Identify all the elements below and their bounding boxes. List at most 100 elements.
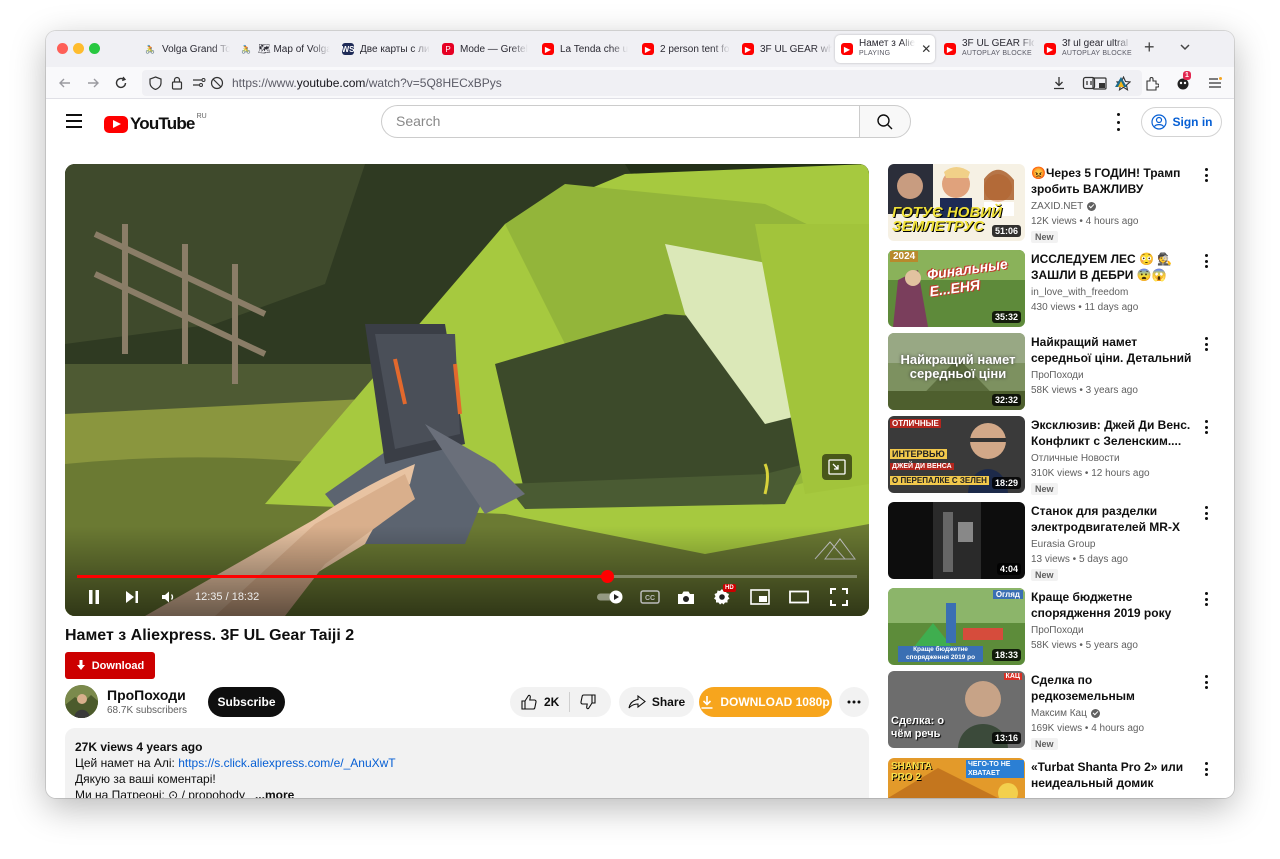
downloads-icon[interactable] (1050, 74, 1068, 92)
video-thumbnail[interactable]: Огляд Краще бюджетне спорядження 2019 ро… (888, 588, 1025, 665)
window-close-button[interactable] (57, 43, 68, 54)
more-options-icon[interactable] (1204, 762, 1208, 776)
recommendation-title[interactable]: «Turbat Shanta Pro 2» или неидеальный до… (1031, 759, 1193, 791)
channel-name[interactable]: ZAXID.NET (1031, 201, 1097, 212)
settings-kebab-icon[interactable] (1116, 113, 1120, 131)
channel-name[interactable]: ПроПоходи (1031, 370, 1084, 381)
channel-name[interactable]: Eurasia Group (1031, 539, 1095, 550)
tab-volga-grand-tour[interactable]: 🚴 Volga Grand Tou (138, 35, 230, 63)
tab-la-tenda[interactable]: ▶ La Tenda che u (536, 35, 632, 63)
channel-name[interactable]: Отличные Новости (1031, 453, 1120, 464)
window-minimize-button[interactable] (73, 43, 84, 54)
back-arrow-icon[interactable] (56, 74, 74, 92)
lock-icon[interactable] (168, 74, 186, 92)
video-thumbnail[interactable]: 4:04 (888, 502, 1025, 579)
description-box[interactable]: 27K views 4 years ago Цей намет на Алі: … (65, 728, 869, 798)
recommendation-title[interactable]: 😡Через 5 ГОДИН! Трамп зробить ВАЖЛИВУ ЗА… (1031, 165, 1193, 197)
video-thumbnail[interactable]: Найкращий намет середньої ціни 32:32 (888, 333, 1025, 410)
reload-icon[interactable] (112, 74, 130, 92)
recommendation-title[interactable]: Сделка по редкоземельным металлам | Како… (1031, 672, 1193, 704)
tab-3f-ul-gear-ultral[interactable]: ▶ 3f ul gear ultral AUTOPLAY BLOCKE (1038, 35, 1134, 63)
tab-namet-active[interactable]: ▶ Намет з Alie PLAYING ✕ (835, 35, 935, 63)
recommendation-item[interactable]: ГОТУЄ НОВИЙ ЗЕМЛЕТРУС 51:06 😡Через 5 ГОД… (888, 164, 1228, 243)
recommendation-item[interactable]: Огляд Краще бюджетне спорядження 2019 ро… (888, 588, 1228, 666)
recommendation-title[interactable]: Эксклюзив: Джей Ди Венс. Конфликт с Зеле… (1031, 417, 1193, 449)
extension-bird-icon[interactable] (1112, 74, 1130, 92)
recommendation-title[interactable]: ИССЛЕДУЕМ ЛЕС 😳 🕵 ЗАШЛИ В ДЕБРИ 😨😱 (1031, 251, 1193, 283)
recommendation-title[interactable]: Станок для разделки электродвигателей MR… (1031, 503, 1193, 535)
progress-bar[interactable] (77, 570, 857, 583)
autoplay-blocked-icon[interactable] (208, 74, 226, 92)
permissions-icon[interactable] (190, 74, 208, 92)
download-button[interactable]: Download (65, 652, 155, 679)
search-button[interactable] (859, 105, 911, 138)
channel-avatar[interactable] (65, 685, 98, 718)
recommendation-title[interactable]: Краще бюджетне спорядження 2019 року (1031, 589, 1193, 621)
miniplayer-toggle-icon[interactable] (822, 454, 852, 480)
screenshot-button[interactable] (675, 586, 697, 608)
tab-3f-ul-gear[interactable]: ▶ 3F UL GEAR wh (736, 35, 832, 63)
recommendation-item[interactable]: КАЦ Сделка: о чём речь 13:16 Сделка по р… (888, 671, 1228, 750)
forward-arrow-icon[interactable] (84, 74, 102, 92)
settings-button[interactable]: HD (711, 584, 736, 608)
video-thumbnail[interactable]: ОТЛИЧНЫЕ ИНТЕРВЬЮ ДЖЕЙ ДИ ВЕНСА О ПЕРЕПА… (888, 416, 1025, 493)
channel-name[interactable]: in_love_with_freedom (1031, 287, 1128, 298)
pocket-icon[interactable] (1080, 74, 1098, 92)
more-options-icon[interactable] (1204, 254, 1208, 268)
miniplayer-button[interactable] (749, 586, 771, 608)
video-thumbnail[interactable]: ГОТУЄ НОВИЙ ЗЕМЛЕТРУС 51:06 (888, 164, 1025, 241)
window-maximize-button[interactable] (89, 43, 100, 54)
youtube-logo[interactable]: YouTube RU (104, 113, 207, 134)
more-options-icon[interactable] (1204, 592, 1208, 606)
shield-icon[interactable] (146, 74, 164, 92)
chevron-down-icon[interactable] (1178, 40, 1192, 54)
next-button[interactable] (121, 586, 143, 608)
like-button[interactable]: 2K (510, 694, 559, 710)
pause-button[interactable] (83, 586, 105, 608)
dislike-button[interactable] (580, 694, 596, 710)
menu-icon[interactable] (66, 114, 82, 128)
more-options-icon[interactable] (1204, 506, 1208, 520)
extension-notification-icon[interactable]: 1 (1174, 71, 1192, 92)
more-options-icon[interactable] (1204, 168, 1208, 182)
download-1080p-button[interactable]: DOWNLOAD 1080p (699, 687, 832, 717)
more-options-icon[interactable] (1204, 420, 1208, 434)
recommendation-item[interactable]: ОТЛИЧНЫЕ ИНТЕРВЬЮ ДЖЕЙ ДИ ВЕНСА О ПЕРЕПА… (888, 416, 1228, 495)
more-options-icon[interactable] (1204, 675, 1208, 689)
volume-button[interactable] (158, 586, 180, 608)
tab-dve-karty[interactable]: WS Две карты с ли (336, 35, 432, 63)
tab-3f-ul-gear-flo[interactable]: ▶ 3F UL GEAR Flo AUTOPLAY BLOCKE (938, 35, 1034, 63)
sign-in-button[interactable]: Sign in (1141, 107, 1222, 137)
extensions-puzzle-icon[interactable] (1143, 74, 1161, 92)
tab-2-person-tent[interactable]: ▶ 2 person tent fo (636, 35, 732, 63)
recommendation-item[interactable]: 2024 Финальные Е...ЕНЯ 35:32 ИССЛЕДУЕМ Л… (888, 250, 1228, 328)
video-thumbnail[interactable]: 2024 Финальные Е...ЕНЯ 35:32 (888, 250, 1025, 327)
share-button[interactable]: Share (619, 687, 694, 717)
tab-map-of-volga[interactable]: 🚴 🗺 Map of Volga (234, 35, 330, 63)
fullscreen-button[interactable] (828, 586, 850, 608)
recommendation-item[interactable]: 4:04 Станок для разделки электродвигател… (888, 502, 1228, 581)
recommendation-item[interactable]: Найкращий намет середньої ціни 32:32 Най… (888, 333, 1228, 411)
scrubber-handle[interactable] (600, 570, 614, 583)
channel-name[interactable]: ПроПоходи (1031, 625, 1084, 636)
subscribe-button[interactable]: Subscribe (208, 687, 285, 717)
show-more-link[interactable]: ...more (255, 788, 294, 798)
more-options-icon[interactable] (1204, 337, 1208, 351)
new-tab-button[interactable]: + (1144, 37, 1155, 58)
close-tab-icon[interactable]: ✕ (921, 42, 931, 56)
autoplay-toggle[interactable] (595, 586, 625, 608)
search-input[interactable] (396, 113, 836, 129)
channel-name[interactable]: Максим Кац (1031, 708, 1100, 719)
recommendation-item[interactable]: SHANTA PRO 2 ЧЕГО-ТО НЕ ХВАТАЕТ «Turbat … (888, 758, 1228, 798)
video-thumbnail[interactable]: SHANTA PRO 2 ЧЕГО-ТО НЕ ХВАТАЕТ (888, 758, 1025, 798)
recommendation-title[interactable]: Найкращий намет середньої ціни. Детальни… (1031, 334, 1193, 366)
theater-mode-button[interactable] (788, 586, 810, 608)
subtitles-button[interactable]: CC (639, 586, 661, 608)
more-actions-button[interactable] (839, 687, 869, 717)
app-menu-icon[interactable] (1206, 74, 1224, 92)
aliexpress-link[interactable]: https://s.click.aliexpress.com/e/_AnuXwT (178, 756, 395, 770)
video-thumbnail[interactable]: КАЦ Сделка: о чём речь 13:16 (888, 671, 1025, 748)
tab-mode-gretel[interactable]: P Mode — Gretel (436, 35, 532, 63)
address-bar[interactable]: https://www.youtube.com/watch?v=5Q8HECxB… (142, 70, 1142, 96)
channel-name[interactable]: ПроПоходи (107, 687, 186, 703)
